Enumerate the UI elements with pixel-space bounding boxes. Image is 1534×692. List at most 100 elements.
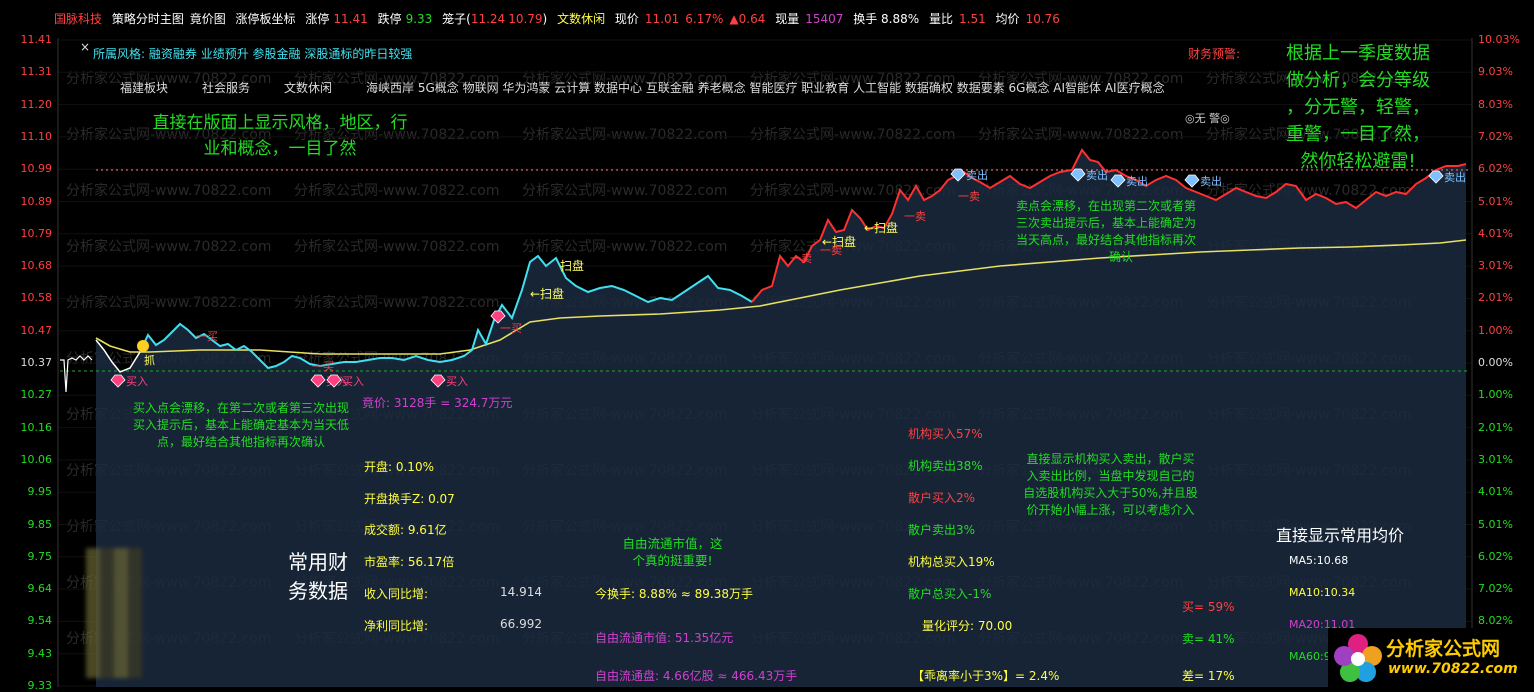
inst-sell: 机构卖出38%	[908, 459, 983, 473]
tag-industry[interactable]: 社会服务	[202, 79, 250, 96]
one-buy-marker: 一买	[312, 360, 334, 373]
left-axis-tick: 10.06	[20, 452, 53, 466]
sell-marker-label: 卖出	[1126, 174, 1148, 188]
right-axis-tick: 6.02%	[1478, 162, 1513, 176]
right-axis-tick: 8.02%	[1478, 614, 1513, 628]
scan-marker-label: ←扫盘	[864, 220, 898, 235]
buy-marker-label: 买入	[126, 375, 148, 388]
tag-sector[interactable]: 文数休闲	[284, 79, 332, 96]
style-line: 所属风格: 融资融券 业绩预升 参股金融 深股通标的昨日较强	[93, 45, 412, 62]
trade-amount: 成交额: 9.61亿	[364, 523, 447, 537]
buy-marker-label: 买入	[342, 375, 364, 388]
right-axis-tick: 0.00%	[1478, 356, 1513, 369]
left-axis-tick: 10.47	[20, 323, 53, 337]
right-axis-tick: 5.01%	[1478, 194, 1513, 208]
finance-warn-label: 财务预警:	[1188, 47, 1241, 61]
right-axis-tick: 7.02%	[1478, 129, 1513, 143]
revenue-growth-value: 14.914	[500, 585, 542, 599]
annotation-sell-point: 卖点会漂移，在出现第二次或者第 三次卖出提示后，基本上能确定为 当天高点，最好结合其…	[1016, 199, 1197, 264]
ma60: MA60:9	[1289, 650, 1331, 663]
site-logo: 分析家公式网 www.70822.com	[1328, 628, 1534, 687]
retail-total: 散户总买入-1%	[908, 587, 992, 601]
left-axis-tick: 10.37	[20, 356, 53, 369]
right-axis-tick: 6.02%	[1478, 549, 1513, 563]
sell-marker-label: 卖出	[1200, 174, 1222, 188]
annotation-finance: 常用财 务数据	[288, 550, 348, 603]
logo-name: 分析家公式网	[1386, 638, 1501, 660]
right-axis-tick: 2.01%	[1478, 291, 1513, 305]
left-axis-tick: 10.79	[20, 226, 53, 240]
pe-ratio: 市盈率: 56.17倍	[364, 555, 455, 569]
left-axis-tick: 10.68	[20, 259, 53, 273]
diff-ratio: 差= 17%	[1182, 669, 1235, 683]
tag-region[interactable]: 福建板块	[120, 79, 168, 96]
auction-info: 竟价: 3128手 = 324.7万元	[362, 396, 513, 410]
pre-market-line	[60, 355, 93, 393]
right-axis-tick: 5.01%	[1478, 517, 1513, 531]
open-pct: 开盘: 0.10%	[364, 460, 434, 474]
one-sell-marker: 一卖	[820, 244, 842, 257]
right-axis-tick: 3.01%	[1478, 452, 1513, 466]
left-axis-tick: 9.33	[27, 679, 53, 692]
right-axis-tick: 10.03%	[1478, 33, 1520, 46]
buy-marker-label: 买入	[446, 375, 468, 388]
buy-ratio: 买= 59%	[1182, 600, 1235, 614]
style-text: 融资融券 业绩预升 参股金融 深股通标的昨日较强	[148, 47, 413, 61]
right-axis-tick: 3.01%	[1478, 259, 1513, 273]
quant-score: 量化评分: 70.00	[922, 619, 1013, 633]
sell-marker-label: 卖出	[1086, 168, 1108, 182]
inst-buy: 机构买入57%	[908, 427, 983, 441]
open-turnover: 开盘换手Z: 0.07	[364, 492, 455, 506]
grab-marker: 抓	[144, 353, 155, 367]
annotation-buy-point: 买入点会漂移，在第二次或者第三次出现 买入提示后，基本上能确定基本为当天低 点，最好…	[132, 401, 349, 449]
one-sell-marker: 一卖	[904, 210, 926, 223]
annotation-institution: 直接显示机构买入卖出，散户买 入卖出比例，当盘中发现自己的 自选股机构买入大于50%…	[1023, 452, 1198, 517]
ma5: MA5:10.68	[1289, 554, 1349, 567]
scan-marker-label: 扫盘	[560, 258, 584, 273]
flower-icon	[1334, 634, 1382, 682]
scan-marker-label: ←扫盘	[530, 286, 564, 301]
left-axis-tick: 9.95	[27, 485, 53, 499]
one-buy-marker: 一买	[500, 322, 522, 335]
net-profit-growth-label: 净利同比增:	[364, 619, 429, 633]
today-turnover: 今换手: 8.88% ≈ 89.38万手	[595, 587, 754, 601]
left-axis-tick: 10.99	[20, 162, 53, 176]
style-label: 所属风格:	[93, 47, 146, 61]
free-float: 自由流通盘: 4.66亿股 ≈ 466.43万手	[595, 669, 798, 683]
left-axis-tick: 9.64	[27, 582, 53, 596]
deviation-rate: 【乖离率小于3%】= 2.4%	[912, 669, 1060, 683]
one-sell-marker: 一卖	[958, 190, 980, 203]
logo-url: www.70822.com	[1388, 661, 1518, 677]
blurred-avatar	[86, 548, 142, 678]
annotation-warning: 根据上一季度数据 做分析，会分等级 ，分无警，轻警， 重警，一目了然， 然你轻松避雷!	[1286, 43, 1430, 172]
close-icon[interactable]: ×	[80, 40, 90, 54]
right-axis-tick: 1.00%	[1478, 388, 1513, 402]
left-axis-tick: 10.89	[20, 194, 53, 208]
right-axis-tick: 2.01%	[1478, 420, 1513, 434]
revenue-growth-label: 收入同比增:	[364, 587, 429, 601]
left-axis-tick: 11.31	[20, 65, 53, 79]
left-axis-tick: 9.85	[27, 517, 53, 531]
left-axis-tick: 11.41	[20, 33, 53, 46]
one-buy-marker: 一买	[196, 330, 218, 343]
sell-marker-icon	[1184, 174, 1200, 188]
annotation-ma: 直接显示常用均价	[1276, 526, 1405, 545]
concept-list[interactable]: 海峡西岸 5G概念 物联网 华为鸿蒙 云计算 数据中心 互联金融 养老概念 智能…	[366, 79, 1165, 96]
left-axis-tick: 9.43	[27, 646, 53, 660]
left-axis-tick: 10.58	[20, 291, 53, 305]
left-axis-tick: 11.20	[20, 97, 53, 111]
sell-ratio: 卖= 41%	[1182, 632, 1235, 646]
right-axis-tick: 8.03%	[1478, 97, 1513, 111]
right-axis-tick: 1.00%	[1478, 323, 1513, 337]
ma10: MA10:10.34	[1289, 586, 1356, 599]
inst-total: 机构总买入19%	[908, 555, 995, 569]
retail-buy: 散户买入2%	[908, 491, 976, 505]
net-profit-growth-value: 66.992	[500, 617, 542, 631]
right-axis-tick: 4.01%	[1478, 226, 1513, 240]
left-axis-tick: 9.54	[27, 614, 53, 628]
annotation-free-cap: 自由流通市值，这 个真的挺重要!	[622, 536, 723, 568]
free-market-cap: 自由流通市值: 51.35亿元	[595, 631, 734, 645]
left-axis-tick: 9.75	[27, 549, 53, 563]
annotation-style: 直接在版面上显示风格，地区，行 业和概念，一目了然	[152, 113, 408, 159]
one-sell-marker: 一卖	[790, 252, 812, 265]
